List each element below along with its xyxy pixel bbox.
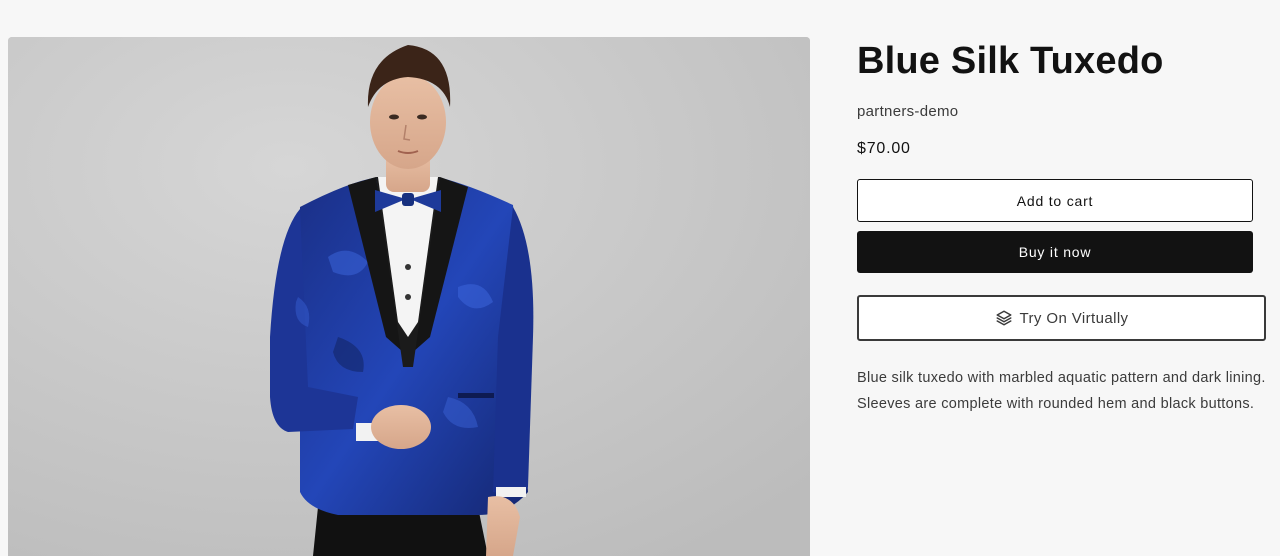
product-title: Blue Silk Tuxedo (857, 40, 1164, 82)
tuxedo-model-illustration (8, 37, 810, 556)
buy-it-now-button[interactable]: Buy it now (857, 231, 1253, 273)
product-info: Blue Silk Tuxedo partners-demo $70.00 Ad… (857, 40, 1267, 417)
product-page: Blue Silk Tuxedo partners-demo $70.00 Ad… (0, 0, 1280, 556)
layers-icon (995, 309, 1013, 327)
try-on-virtually-button[interactable]: Try On Virtually (857, 295, 1266, 341)
product-price: $70.00 (857, 140, 911, 157)
try-on-virtually-label: Try On Virtually (1019, 309, 1129, 327)
add-to-cart-button[interactable]: Add to cart (857, 179, 1253, 222)
product-vendor: partners-demo (857, 103, 959, 120)
product-description: Blue silk tuxedo with marbled aquatic pa… (857, 370, 1266, 412)
product-image[interactable] (8, 37, 810, 556)
